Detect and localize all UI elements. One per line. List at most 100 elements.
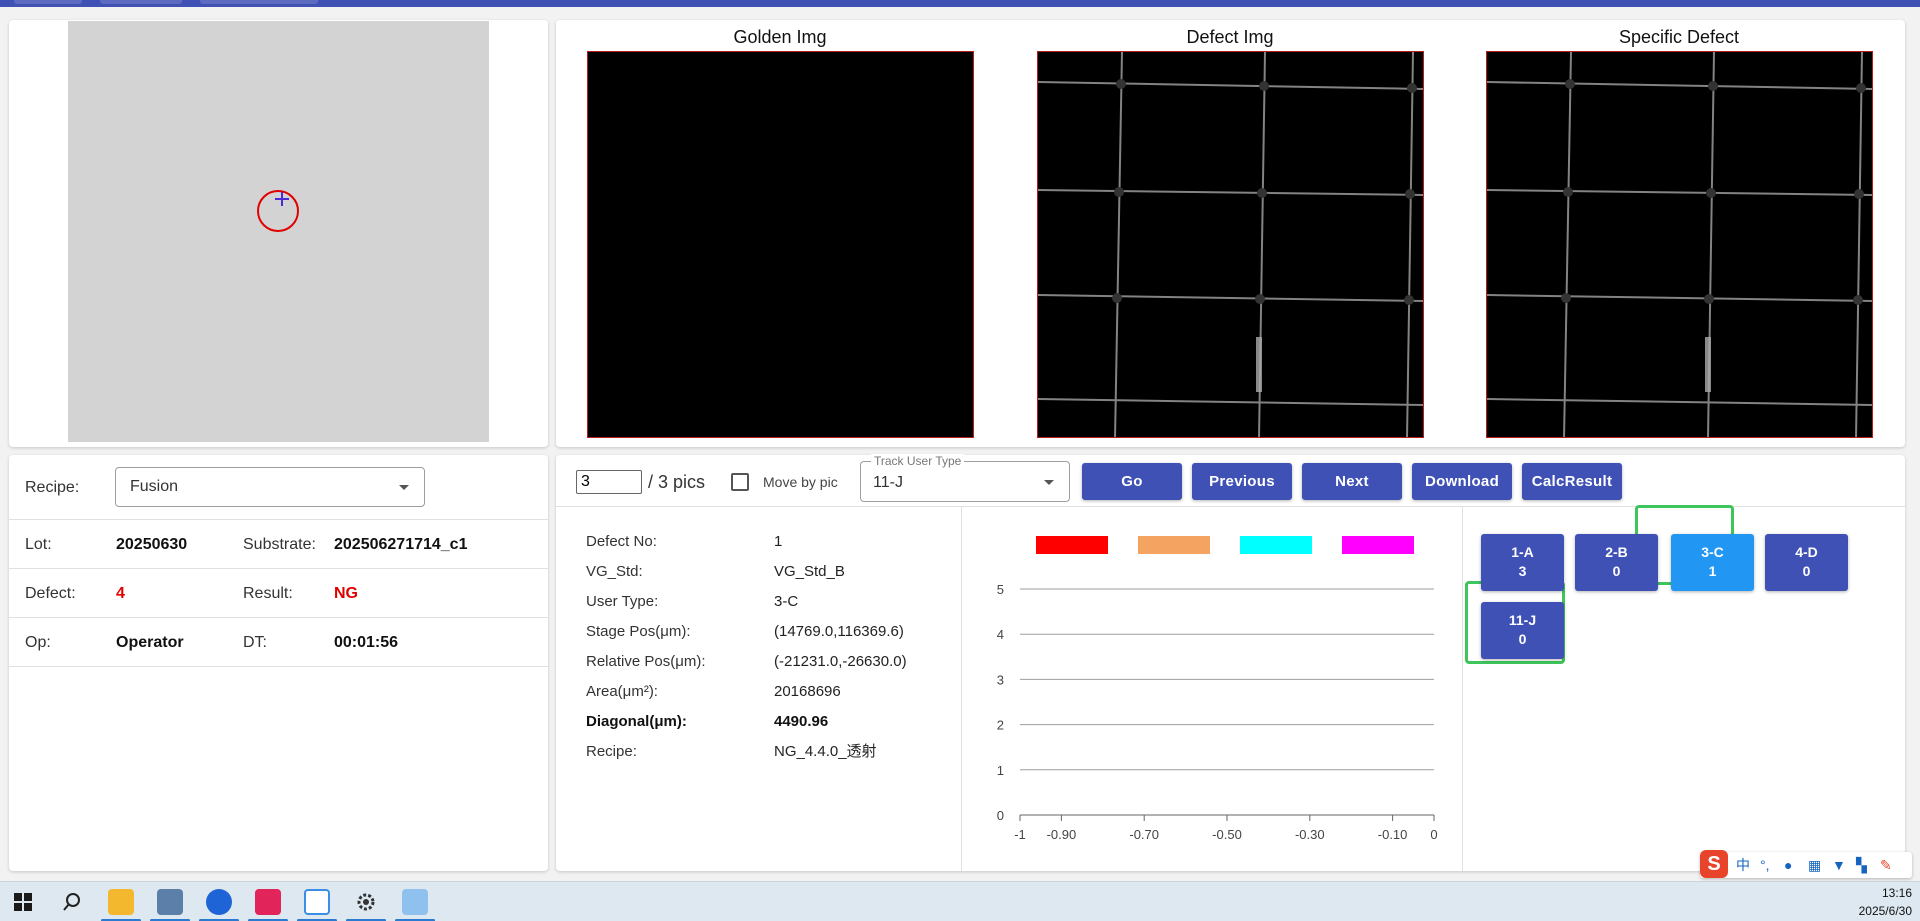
x-tick-label: -0.90 [1047, 827, 1077, 842]
legend-swatch [1036, 536, 1108, 554]
type-button-3c[interactable]: 3-C 1 [1671, 534, 1754, 591]
op-row: Op: Operator DT: 00:01:56 [9, 618, 548, 667]
legend-swatch [1342, 536, 1414, 554]
skin-icon[interactable]: ▼ [1832, 856, 1846, 874]
detail-key: Area(μm²): [586, 683, 658, 700]
pics-count-label: / 3 pics [648, 472, 706, 492]
type-count: 1 [1708, 563, 1717, 579]
dt-value: 00:01:56 [334, 634, 399, 651]
lot-value: 20250630 [116, 536, 188, 553]
media-app-icon[interactable] [255, 889, 281, 915]
detail-value: (14769.0,116369.6) [774, 623, 904, 640]
detail-key: User Type: [586, 593, 659, 610]
x-tick-label: -1 [1014, 827, 1026, 842]
op-label: Op: [25, 634, 51, 651]
detail-value: 20168696 [774, 683, 841, 700]
type-count: 0 [1802, 563, 1811, 579]
type-button-2b[interactable]: 2-B 0 [1575, 534, 1658, 591]
detail-key: VG_Std: [586, 563, 643, 580]
dt-label: DT: [243, 634, 267, 651]
y-tick-label: 0 [997, 808, 1004, 823]
type-name: 11-J [1508, 612, 1537, 628]
previous-button[interactable]: Previous [1192, 463, 1292, 500]
keyboard-icon[interactable]: ▦ [1808, 856, 1821, 874]
specific-defect-image[interactable] [1486, 51, 1873, 438]
chevron-down-icon [399, 485, 409, 490]
toolbox-icon[interactable]: ▚ [1856, 856, 1867, 874]
taskbar: 13:16 2025/6/30 [0, 881, 1920, 921]
recipe-label: Recipe: [25, 479, 80, 496]
legend-swatch [1240, 536, 1312, 554]
track-user-type-value: 11-J [873, 474, 903, 491]
defect-image-title: Defect Img [1186, 27, 1274, 47]
ime-logo: S [1700, 850, 1728, 878]
chevron-down-icon [1044, 480, 1054, 485]
recipe-row: Recipe: Fusion [9, 455, 548, 520]
defect-image-grid [1038, 52, 1423, 437]
defect-details: Defect No: 1 VG_Std: VG_Std_B User Type: 3-… [556, 507, 962, 871]
top-app-bar [0, 0, 1920, 7]
op-value: Operator [116, 634, 184, 651]
image-panel: Golden Img Defect Img Specific Defect [556, 20, 1905, 447]
gallery-app-icon[interactable] [304, 889, 330, 915]
ime-more-icon[interactable]: ✎ [1880, 856, 1892, 874]
type-button-4d[interactable]: 4-D 0 [1765, 534, 1848, 591]
calc-result-button[interactable]: CalcResult [1522, 463, 1622, 500]
x-tick-label: -0.70 [1129, 827, 1159, 842]
wafer-map[interactable] [68, 21, 489, 442]
result-value: NG [334, 585, 358, 602]
x-tick-label: -0.30 [1295, 827, 1325, 842]
type-name: 1-A [1511, 544, 1534, 560]
substrate-label: Substrate: [243, 536, 316, 553]
detail-key: Recipe: [586, 743, 637, 760]
system-clock[interactable]: 13:16 2025/6/30 [1859, 884, 1912, 920]
x-tick-label: 0 [1430, 827, 1437, 842]
type-count: 0 [1612, 563, 1621, 579]
recipe-select[interactable]: Fusion [115, 467, 425, 507]
clock-time: 13:16 [1881, 886, 1912, 900]
clock-date: 2025/6/30 [1858, 904, 1912, 918]
track-user-type-select[interactable]: Track User Type 11-J [860, 454, 1070, 502]
top-tab-3[interactable] [200, 0, 318, 4]
windows-start-icon[interactable] [10, 889, 36, 915]
y-tick-label: 3 [997, 672, 1004, 687]
next-button[interactable]: Next [1302, 463, 1402, 500]
notepad-icon[interactable] [157, 889, 183, 915]
y-tick-label: 1 [997, 763, 1004, 778]
move-by-pic-label: Move by pic [763, 474, 838, 490]
specific-defect-title: Specific Defect [1618, 27, 1740, 47]
move-by-pic-checkbox[interactable] [731, 473, 749, 491]
y-tick-label: 5 [997, 582, 1004, 597]
file-explorer-icon[interactable] [108, 889, 134, 915]
search-icon[interactable] [59, 889, 85, 915]
ime-mode[interactable]: 中 [1736, 856, 1750, 874]
type-name: 2-B [1605, 544, 1628, 560]
type-button-11j[interactable]: 11-J 0 [1481, 602, 1564, 659]
page-number-input[interactable] [576, 470, 642, 494]
x-tick-label: -0.10 [1378, 827, 1408, 842]
y-tick-label: 4 [997, 627, 1004, 642]
top-tab-2[interactable] [100, 0, 182, 4]
specific-defect-section: Specific Defect [1484, 20, 1874, 438]
punctuation-icon[interactable]: °, [1760, 856, 1770, 874]
golden-image[interactable] [587, 51, 974, 438]
defect-image[interactable] [1037, 51, 1424, 438]
ime-toolbar[interactable]: S 中 °, ● ▦ ▼ ▚ ✎ [1700, 850, 1912, 878]
settings-icon[interactable] [353, 889, 379, 915]
type-count: 0 [1518, 631, 1527, 647]
specific-defect-grid [1487, 52, 1872, 437]
top-tab-1[interactable] [14, 0, 82, 4]
app-icon[interactable] [402, 889, 428, 915]
go-button[interactable]: Go [1082, 463, 1182, 500]
type-button-1a[interactable]: 1-A 3 [1481, 534, 1564, 591]
info-panel: Recipe: Fusion Lot: 20250630 Substrate: … [9, 455, 548, 871]
detail-value: 1 [774, 533, 783, 550]
detail-value: NG_4.4.0_透射 [774, 743, 877, 760]
detail-value: 3-C [774, 593, 799, 610]
microphone-icon[interactable]: ● [1784, 856, 1792, 874]
golden-image-section: Golden Img [585, 20, 975, 438]
download-button[interactable]: Download [1412, 463, 1512, 500]
type-name: 3-C [1701, 544, 1724, 560]
browser-icon[interactable] [206, 889, 232, 915]
detail-key: Defect No: [586, 533, 657, 550]
